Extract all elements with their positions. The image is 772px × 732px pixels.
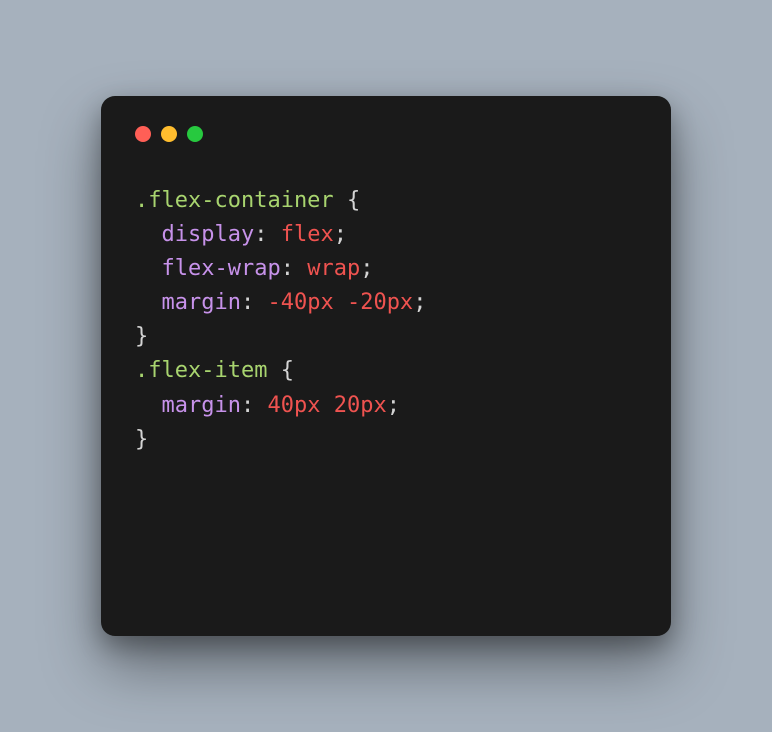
close-icon[interactable] xyxy=(135,126,151,142)
css-value: flex xyxy=(281,222,334,247)
code-line: } xyxy=(135,320,637,354)
css-value: 40px 20px xyxy=(267,393,386,418)
css-property: display xyxy=(162,222,255,247)
css-selector: .flex-container xyxy=(135,188,334,213)
css-property: margin xyxy=(162,393,241,418)
colon: : xyxy=(241,290,254,315)
code-line: flex-wrap: wrap; xyxy=(135,252,637,286)
colon: : xyxy=(254,222,267,247)
close-brace: } xyxy=(135,427,148,452)
colon: : xyxy=(241,393,254,418)
css-property: flex-wrap xyxy=(162,256,281,281)
maximize-icon[interactable] xyxy=(187,126,203,142)
css-property: margin xyxy=(162,290,241,315)
code-window: .flex-container { display: flex; flex-wr… xyxy=(101,96,671,636)
window-controls xyxy=(135,126,637,142)
code-line: margin: 40px 20px; xyxy=(135,389,637,423)
code-line: display: flex; xyxy=(135,218,637,252)
open-brace: { xyxy=(347,188,360,213)
code-line: margin: -40px -20px; xyxy=(135,286,637,320)
semicolon: ; xyxy=(360,256,373,281)
semicolon: ; xyxy=(413,290,426,315)
code-line: .flex-item { xyxy=(135,354,637,388)
css-selector: .flex-item xyxy=(135,358,267,383)
close-brace: } xyxy=(135,324,148,349)
semicolon: ; xyxy=(387,393,400,418)
code-line: .flex-container { xyxy=(135,184,637,218)
css-value: wrap xyxy=(307,256,360,281)
colon: : xyxy=(281,256,294,281)
css-value: -40px -20px xyxy=(267,290,413,315)
code-line: } xyxy=(135,423,637,457)
open-brace: { xyxy=(281,358,294,383)
minimize-icon[interactable] xyxy=(161,126,177,142)
semicolon: ; xyxy=(334,222,347,247)
code-block: .flex-container { display: flex; flex-wr… xyxy=(135,184,637,457)
